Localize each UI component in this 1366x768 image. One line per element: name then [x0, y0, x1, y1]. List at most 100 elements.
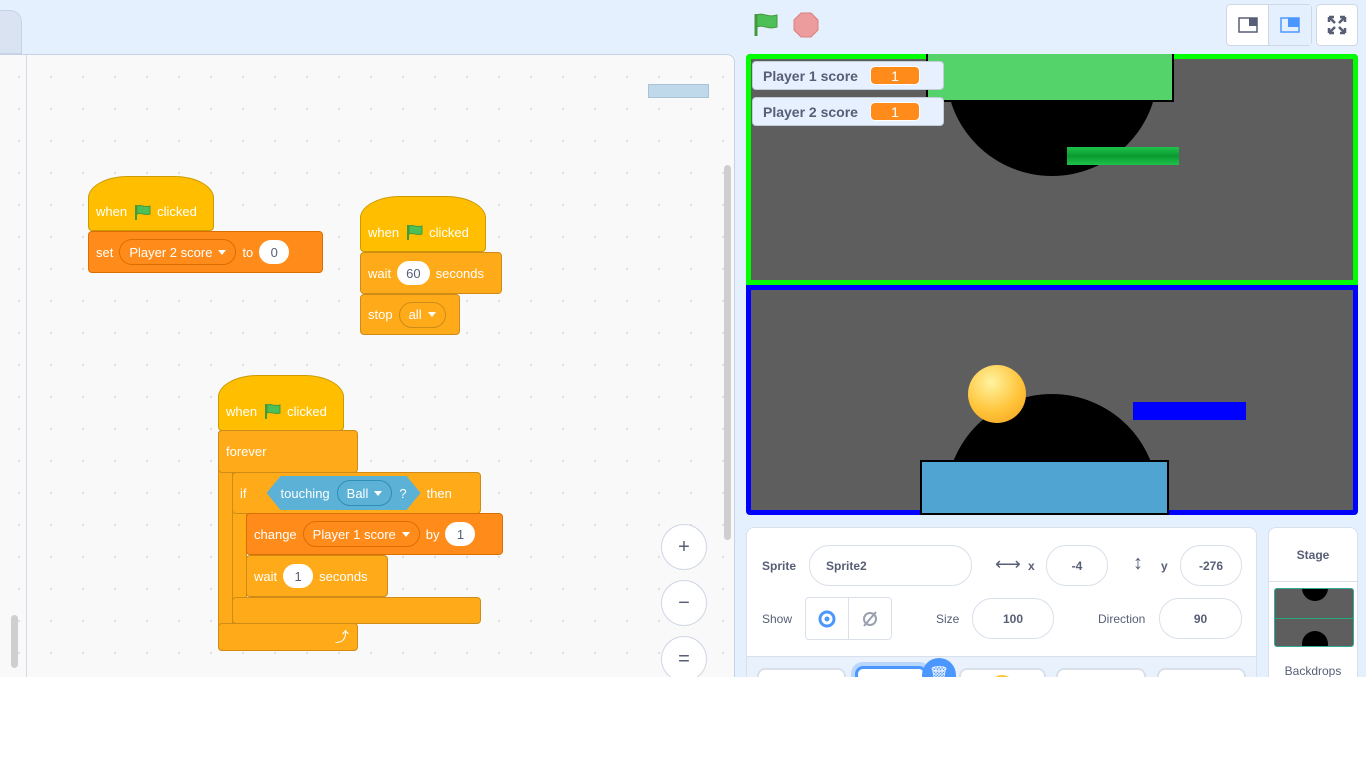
chevron-down-icon [218, 249, 227, 255]
zoom-in-button[interactable]: + [661, 524, 707, 570]
touching-object-dropdown[interactable]: Ball [337, 480, 393, 506]
y-input[interactable]: -276 [1180, 545, 1242, 586]
stage-thumbnail[interactable] [1274, 588, 1354, 647]
sprite-thumbnail[interactable] [1056, 668, 1146, 677]
small-stage-button[interactable] [1227, 5, 1270, 45]
hide-button[interactable] [849, 598, 891, 639]
direction-input[interactable]: 90 [1159, 598, 1242, 639]
block-text: touching [280, 485, 330, 501]
size-input[interactable]: 100 [972, 598, 1054, 639]
block-text: change [254, 526, 297, 542]
dropdown-value: Player 2 score [129, 244, 213, 260]
block-text: clicked [157, 204, 197, 219]
wait-block[interactable]: wait 1 seconds [246, 555, 388, 597]
x-label: x [1028, 559, 1035, 573]
stage-target-panel[interactable]: Stage Backdrops [1268, 527, 1358, 677]
normal-stage-icon [1280, 17, 1300, 33]
scratch-editor: when clicked set Player 2 score to 0 whe… [0, 0, 1366, 677]
vertical-scrollbar[interactable] [724, 165, 731, 540]
green-flag-icon[interactable] [752, 12, 780, 38]
when-flag-clicked-block[interactable]: when clicked [88, 176, 214, 231]
sprite-thumbnail[interactable] [959, 668, 1046, 677]
stage-title: Stage [1296, 548, 1330, 562]
vertical-arrows-icon: ↕ [1133, 552, 1143, 574]
seconds-input[interactable]: 60 [397, 261, 430, 285]
y-label: y [1161, 559, 1168, 573]
zoom-reset-button[interactable]: = [661, 636, 707, 677]
stage-size-toggle [1226, 4, 1312, 46]
green-flag-icon [265, 403, 281, 419]
monitor-value: 1 [869, 102, 920, 121]
monitor-player-1-score[interactable]: Player 1 score 1 [752, 61, 944, 90]
block-text: when [226, 403, 258, 419]
monitor-value: 1 [869, 66, 920, 85]
if-then-block[interactable]: if touching Ball ? then [232, 472, 481, 514]
ball-sprite[interactable] [968, 365, 1026, 423]
block-text: clicked [429, 224, 469, 240]
eye-icon [818, 610, 836, 627]
sprite-label: Sprite [762, 559, 797, 573]
forever-block-bottom[interactable]: ⤴ [218, 623, 358, 651]
when-flag-clicked-block[interactable]: when clicked [218, 375, 344, 431]
fullscreen-button[interactable] [1316, 4, 1358, 46]
stop-block[interactable]: stop all [360, 294, 460, 335]
block-text: wait [254, 568, 278, 584]
delete-sprite-button[interactable]: 🗑 [922, 658, 956, 677]
size-label: Size [936, 612, 960, 626]
stop-icon[interactable] [793, 12, 819, 38]
monitor-player-2-score[interactable]: Player 2 score 1 [752, 97, 944, 126]
fullscreen-icon [1327, 15, 1347, 35]
forever-block[interactable]: forever [218, 430, 358, 473]
block-text: then [426, 485, 452, 501]
x-input[interactable]: -4 [1046, 545, 1108, 586]
set-variable-block[interactable]: set Player 2 score to 0 [88, 231, 323, 273]
stage[interactable]: Player 1 score 1 Player 2 score 1 [746, 54, 1358, 515]
zoom-out-button[interactable]: − [661, 580, 707, 626]
value-input[interactable]: 0 [259, 240, 290, 264]
workspace-scroll-indicator[interactable] [648, 84, 709, 98]
small-stage-icon [1237, 17, 1258, 33]
sprite-name-input[interactable]: Sprite2 [809, 545, 972, 586]
blue-paddle [1133, 402, 1246, 420]
horizontal-arrows-icon: ⟷ [995, 554, 1021, 574]
block-text: ? [399, 485, 407, 501]
trash-icon: 🗑 [928, 667, 950, 677]
tab-edge[interactable] [0, 10, 22, 54]
variable-dropdown[interactable]: Player 1 score [302, 521, 420, 547]
zoom-out-icon: − [678, 591, 690, 614]
divider [1269, 581, 1357, 582]
palette-divider [26, 55, 27, 677]
eye-slash-icon [863, 610, 877, 627]
show-button[interactable] [806, 598, 849, 639]
normal-stage-button[interactable] [1269, 5, 1311, 45]
block-text: set [96, 244, 114, 260]
seconds-input[interactable]: 1 [283, 564, 314, 588]
change-variable-block[interactable]: change Player 1 score by 1 [246, 513, 503, 555]
palette-scrollbar[interactable] [11, 615, 18, 668]
green-flag-icon [135, 204, 151, 220]
sprite-thumbnail[interactable] [757, 668, 846, 677]
show-label: Show [762, 612, 793, 626]
direction-label: Direction [1098, 612, 1146, 626]
monitor-label: Player 1 score [763, 67, 858, 84]
touching-block[interactable]: touching Ball ? [267, 476, 421, 510]
block-text: by [425, 526, 440, 542]
value-input[interactable]: 1 [445, 522, 476, 546]
variable-dropdown[interactable]: Player 2 score [119, 239, 237, 265]
dropdown-value: all [408, 307, 422, 322]
dropdown-value: Ball [346, 485, 369, 501]
dropdown-value: Player 1 score [312, 526, 396, 542]
chevron-down-icon [374, 491, 382, 496]
when-flag-clicked-block[interactable]: when clicked [360, 196, 486, 252]
if-block-bottom[interactable] [232, 597, 481, 624]
zoom-reset-icon: = [678, 647, 690, 670]
block-text: stop [368, 307, 393, 322]
sprite-thumbnail[interactable] [1157, 668, 1246, 677]
sprite-list: 🗑 [747, 656, 1256, 677]
block-text: when [96, 204, 128, 219]
sprite-info-panel: Sprite Sprite2 ⟷ x -4 ↕ y -276 Show Size… [746, 527, 1257, 677]
wait-block[interactable]: wait 60 seconds [360, 252, 502, 294]
sprite-thumbnail-selected[interactable] [855, 666, 927, 677]
block-text: to [242, 244, 254, 260]
stop-option-dropdown[interactable]: all [398, 301, 446, 328]
